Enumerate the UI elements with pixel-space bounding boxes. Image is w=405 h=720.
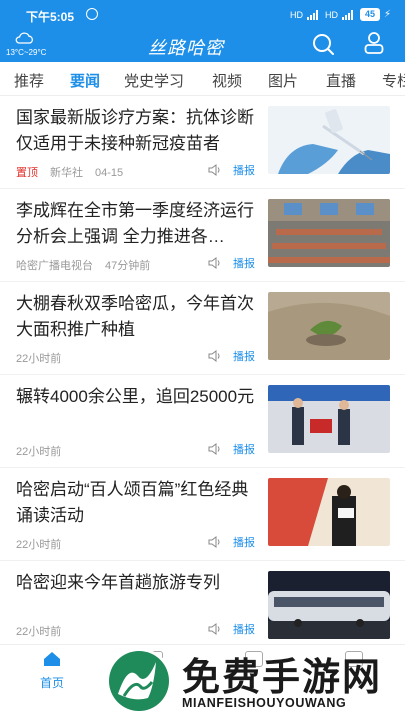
news-time: 22小时前 xyxy=(16,539,62,551)
news-time: 22小时前 xyxy=(16,353,62,365)
search-icon[interactable] xyxy=(312,33,334,55)
speaker-icon[interactable] xyxy=(208,536,222,548)
police-photo[interactable] xyxy=(268,385,390,453)
tab-live[interactable]: 直播 xyxy=(326,70,356,91)
news-item[interactable]: 国家最新版诊疗方案：抗体诊断仅适用于未接种新冠疫苗者 置顶 新华社 04-15 播报 xyxy=(0,96,405,189)
net-label: HD xyxy=(289,9,303,20)
app-title: 丝路哈密 xyxy=(148,38,224,59)
cloud-icon xyxy=(15,32,33,44)
speaker-icon[interactable] xyxy=(208,623,222,635)
status-indicators: HD HD 45 ⚡ xyxy=(290,8,391,21)
tab-video[interactable]: 视频 xyxy=(212,70,242,91)
greenhouse-photo[interactable] xyxy=(268,292,390,360)
speaker-icon[interactable] xyxy=(208,164,222,176)
news-time: 47分钟前 xyxy=(105,260,151,272)
meeting-photo[interactable] xyxy=(268,199,390,267)
news-time: 22小时前 xyxy=(16,626,62,638)
train-photo[interactable] xyxy=(268,571,390,639)
net-label: HD xyxy=(324,9,338,20)
watermark-subtext: MIANFEISHOUYOUWANG xyxy=(182,696,347,710)
tab-recommend[interactable]: 推荐 xyxy=(14,70,44,91)
tab-headlines[interactable]: 要闻 xyxy=(70,70,100,91)
charging-icon: ⚡ xyxy=(383,9,391,20)
news-title[interactable]: 李成辉在全市第一季度经济运行分析会上强调 全力推进各… xyxy=(16,198,258,250)
news-time: 04-15 xyxy=(95,167,124,179)
news-item[interactable]: 辗转4000余公里，追回25000元 22小时前 播报 xyxy=(0,375,405,468)
status-bar: 下午5:05 HD HD 45 ⚡ xyxy=(0,0,405,30)
news-title[interactable]: 辗转4000余公里，追回25000元 xyxy=(16,384,258,410)
broadcast-button[interactable]: 播报 xyxy=(233,534,255,550)
news-title[interactable]: 国家最新版诊疗方案：抗体诊断仅适用于未接种新冠疫苗者 xyxy=(16,105,258,157)
weather-text: 13°C~29°C xyxy=(6,48,47,57)
status-time: 下午5:05 xyxy=(26,10,75,24)
news-item[interactable]: 李成辉在全市第一季度经济运行分析会上强调 全力推进各… 哈密广播电视台 47分钟前… xyxy=(0,189,405,282)
news-source: 哈密广播电视台 xyxy=(16,260,93,272)
pinned-badge: 置顶 xyxy=(16,167,38,179)
signal-icon xyxy=(341,9,356,20)
app-header: 下午5:05 HD HD 45 ⚡ 13°C~29°C 丝路哈密 xyxy=(0,0,405,62)
news-time: 22小时前 xyxy=(16,446,62,458)
broadcast-button[interactable]: 播报 xyxy=(233,348,255,364)
watermark-logo-icon xyxy=(106,648,172,714)
speaker-icon[interactable] xyxy=(208,443,222,455)
news-title[interactable]: 哈密启动“百人颂百篇”红色经典诵读活动 xyxy=(16,477,258,529)
news-item[interactable]: 哈密启动“百人颂百篇”红色经典诵读活动 22小时前 播报 xyxy=(0,468,405,561)
speaker-icon[interactable] xyxy=(208,257,222,269)
category-tabs: 推荐 要闻 党史学习 视频 图片 直播 专栏 xyxy=(0,62,405,96)
speaker-icon[interactable] xyxy=(208,350,222,362)
news-item[interactable]: 大棚春秋双季哈密瓜，今年首次大面积推广种植 22小时前 播报 xyxy=(0,282,405,375)
home-icon xyxy=(44,652,60,666)
broadcast-button[interactable]: 播报 xyxy=(233,162,255,178)
nav-home-label: 首页 xyxy=(39,676,64,690)
signal-icon xyxy=(306,9,321,20)
tab-party-history[interactable]: 党史学习 xyxy=(124,70,184,91)
watermark: 免费手游网 MIANFEISHOUYOUWANG xyxy=(104,640,404,720)
tab-pictures[interactable]: 图片 xyxy=(268,70,298,91)
news-title[interactable]: 大棚春秋双季哈密瓜，今年首次大面积推广种植 xyxy=(16,291,258,343)
broadcast-button[interactable]: 播报 xyxy=(233,621,255,637)
watermark-text: 免费手游网 xyxy=(182,655,383,699)
tab-column[interactable]: 专栏 xyxy=(382,70,405,91)
alarm-icon xyxy=(86,8,98,20)
broadcast-button[interactable]: 播报 xyxy=(233,255,255,271)
nav-home[interactable]: 首页 xyxy=(28,651,76,691)
reading-photo[interactable] xyxy=(268,478,390,546)
battery-indicator: 45 xyxy=(359,8,380,21)
news-title[interactable]: 哈密迎来今年首趟旅游专列 xyxy=(16,570,258,596)
news-source: 新华社 xyxy=(50,167,83,179)
user-icon[interactable] xyxy=(364,32,384,54)
vaccine-photo[interactable] xyxy=(268,106,390,174)
broadcast-button[interactable]: 播报 xyxy=(233,441,255,457)
